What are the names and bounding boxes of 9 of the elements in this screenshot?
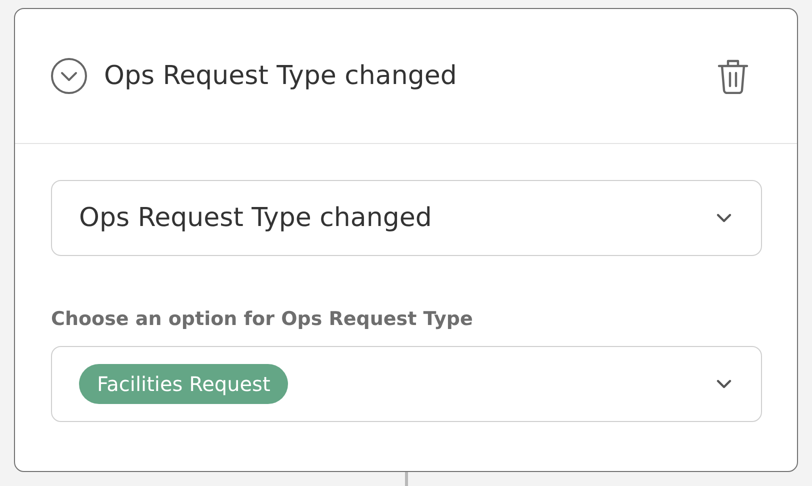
delete-icon[interactable] (717, 58, 749, 94)
option-tag: Facilities Request (79, 364, 288, 404)
chevron-down-icon[interactable] (715, 378, 733, 390)
collapse-icon[interactable] (50, 57, 88, 95)
trigger-title: Ops Request Type changed (104, 61, 458, 91)
field-label: Choose an option for Ops Request Type (51, 308, 474, 330)
event-dropdown[interactable]: Ops Request Type changed (51, 180, 762, 256)
dropdown-value: Ops Request Type changed (79, 203, 433, 233)
chevron-down-icon[interactable] (715, 212, 733, 224)
